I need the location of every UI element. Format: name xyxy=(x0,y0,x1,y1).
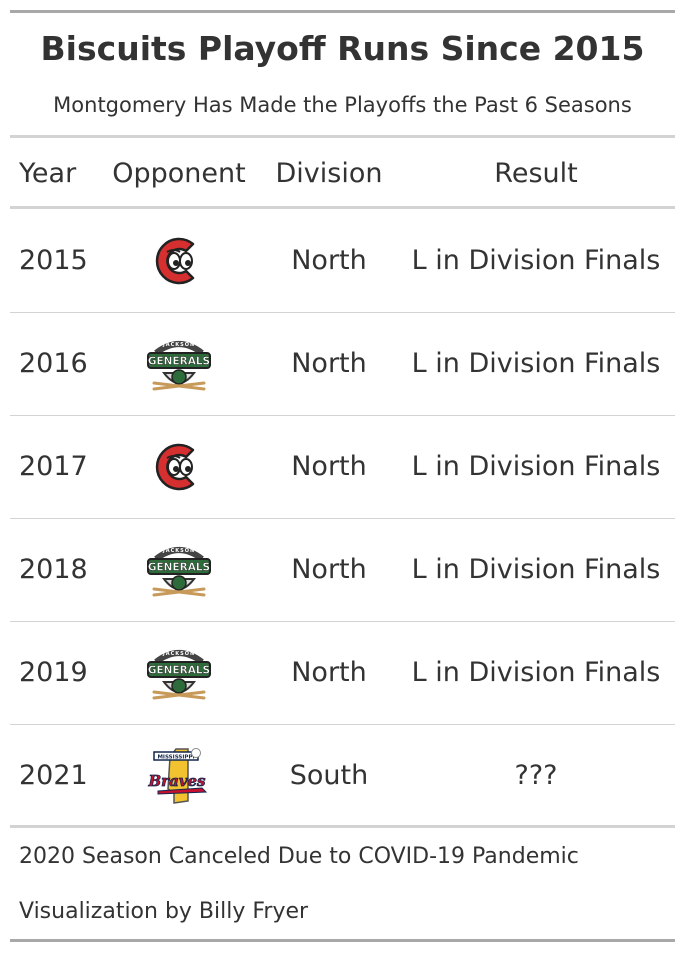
cell-result: L in Division Finals xyxy=(411,348,661,379)
footer-rule xyxy=(10,825,675,828)
table-row: 2021 MISSISSIPPI Braves South??? xyxy=(10,724,675,827)
cell-result: ??? xyxy=(514,760,558,791)
cell-result: L in Division Finals xyxy=(411,451,661,482)
table-row: 2018 JACKSON GENERALS North L in Division Fi… xyxy=(10,518,675,621)
chattanooga-lookouts-logo-icon xyxy=(144,230,214,292)
cell-division: North xyxy=(291,348,367,379)
chattanooga-lookouts-logo-icon xyxy=(144,436,214,498)
svg-text:GENERALS: GENERALS xyxy=(148,356,210,368)
jackson-generals-logo-icon: JACKSON GENERALS xyxy=(144,539,214,601)
footnote-covid: 2020 Season Canceled Due to COVID-19 Pan… xyxy=(19,844,579,869)
jackson-generals-logo-icon: JACKSON GENERALS xyxy=(144,333,214,395)
header-top-rule xyxy=(10,135,675,138)
cell-year: 2015 xyxy=(19,245,88,276)
svg-text:JACKSON: JACKSON xyxy=(162,548,195,554)
table-row: 2019 JACKSON GENERALS North L in Division Fi… xyxy=(10,621,675,724)
table-title: Biscuits Playoff Runs Since 2015 xyxy=(40,29,645,68)
cell-result: L in Division Finals xyxy=(411,657,661,688)
cell-result: L in Division Finals xyxy=(411,245,661,276)
svg-text:JACKSON: JACKSON xyxy=(162,342,195,348)
footnote-credit: Visualization by Billy Fryer xyxy=(19,899,309,924)
column-header-result: Result xyxy=(494,158,578,189)
cell-division: North xyxy=(291,451,367,482)
svg-text:JACKSON: JACKSON xyxy=(162,651,195,657)
svg-text:GENERALS: GENERALS xyxy=(148,665,210,677)
cell-year: 2019 xyxy=(19,657,88,688)
column-header-year: Year xyxy=(19,158,77,189)
cell-year: 2018 xyxy=(19,554,88,585)
table-row: 2017 North L in Division Finals xyxy=(10,415,675,518)
table-row: 2015 North L in Division Finals xyxy=(10,209,675,312)
table-frame: Biscuits Playoff Runs Since 2015 Montgom… xyxy=(10,10,675,942)
cell-year: 2021 xyxy=(19,760,88,791)
cell-division: North xyxy=(291,554,367,585)
cell-result: L in Division Finals xyxy=(411,554,661,585)
jackson-generals-logo-icon: JACKSON GENERALS xyxy=(144,642,214,704)
cell-division: North xyxy=(291,245,367,276)
cell-division: South xyxy=(289,760,369,791)
table-row: 2016 JACKSON GENERALS North L in Division Fi… xyxy=(10,312,675,415)
svg-text:MISSISSIPPI: MISSISSIPPI xyxy=(157,755,194,761)
table-subtitle: Montgomery Has Made the Playoffs the Pas… xyxy=(53,93,632,117)
mississippi-braves-logo-icon: MISSISSIPPI Braves xyxy=(144,745,214,807)
cell-division: North xyxy=(291,657,367,688)
column-header-opponent: Opponent xyxy=(112,158,246,189)
cell-year: 2016 xyxy=(19,348,88,379)
svg-text:Braves: Braves xyxy=(147,772,206,790)
cell-year: 2017 xyxy=(19,451,88,482)
column-header-division: Division xyxy=(275,158,383,189)
table-header: Year Opponent Division Result xyxy=(10,140,675,208)
svg-text:GENERALS: GENERALS xyxy=(148,562,210,574)
